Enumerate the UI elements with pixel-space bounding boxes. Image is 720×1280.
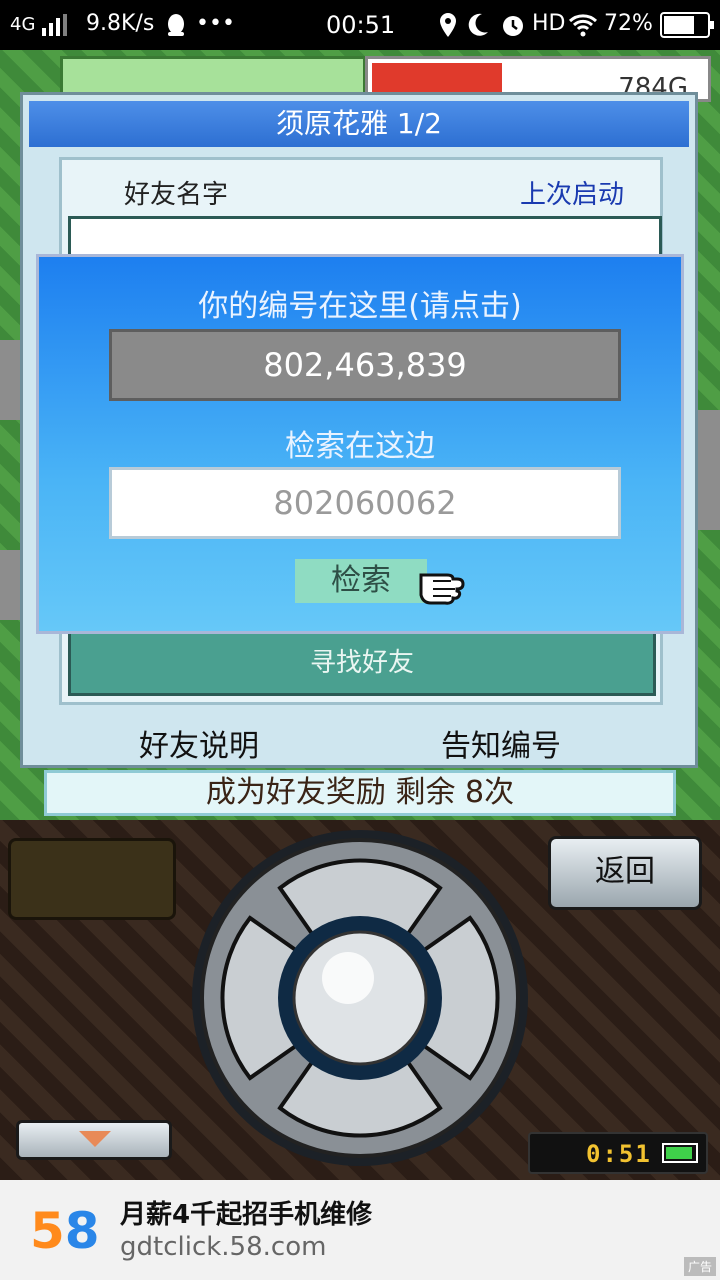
my-id-button[interactable]: 802,463,839: [109, 329, 621, 401]
controller-panel: 返回 0:51: [0, 820, 720, 1180]
search-label: 检索在这边: [285, 429, 435, 464]
back-button[interactable]: 返回: [548, 836, 702, 910]
tell-number-button[interactable]: 告知编号: [441, 721, 561, 765]
mini-screen: [8, 838, 176, 920]
ad-title[interactable]: 月薪4千起招手机维修: [120, 1194, 372, 1231]
qq-icon: [168, 14, 184, 36]
more-dots: •••: [196, 11, 235, 36]
game-clock-time: 0:51: [586, 1140, 652, 1168]
ad-banner[interactable]: 58 月薪4千起招手机维修 gdtclick.58.com 广告: [0, 1180, 720, 1280]
ad-tag: 广告: [683, 1257, 716, 1276]
friend-help-button[interactable]: 好友说明: [139, 721, 259, 765]
location-icon: [440, 13, 456, 37]
game-clock: 0:51: [528, 1132, 708, 1174]
moon-icon: [468, 13, 488, 36]
id-search-dialog: 你的编号在这里(请点击) 802,463,839 检索在这边 802060062…: [36, 254, 684, 634]
pointing-hand-icon: [419, 573, 465, 605]
column-friend-name: 好友名字: [124, 180, 229, 210]
alarm-icon: [503, 16, 523, 36]
find-friend-button[interactable]: 寻找好友: [68, 628, 656, 696]
friend-reward-text: 成为好友奖励 剩余 8次: [44, 770, 676, 816]
my-id-label: 你的编号在这里(请点击): [198, 289, 522, 324]
column-last-launch: 上次启动: [519, 180, 624, 210]
directional-pad[interactable]: [190, 828, 530, 1168]
ad-url[interactable]: gdtclick.58.com: [120, 1232, 326, 1262]
battery-percent: 72%: [604, 11, 653, 36]
event-banner: [372, 63, 502, 95]
signal-icon: [42, 14, 70, 36]
search-button[interactable]: 检索: [295, 559, 427, 603]
game-battery-icon: [662, 1143, 698, 1163]
status-bar: 4G 9.8K/s ••• 00:51 HD 72%: [0, 0, 720, 50]
hd-label: HD: [532, 11, 566, 36]
wifi-icon: [568, 14, 598, 37]
scroll-down-button[interactable]: [16, 1120, 172, 1160]
battery-icon: [660, 12, 714, 38]
network-type: 4G: [10, 14, 36, 35]
58-logo: 58: [30, 1202, 100, 1260]
search-id-input[interactable]: 802060062: [109, 467, 621, 539]
clock-text: 00:51: [326, 11, 396, 39]
network-speed: 9.8K/s: [86, 11, 155, 36]
dialog-title: 须原花雅 1/2: [29, 101, 689, 147]
